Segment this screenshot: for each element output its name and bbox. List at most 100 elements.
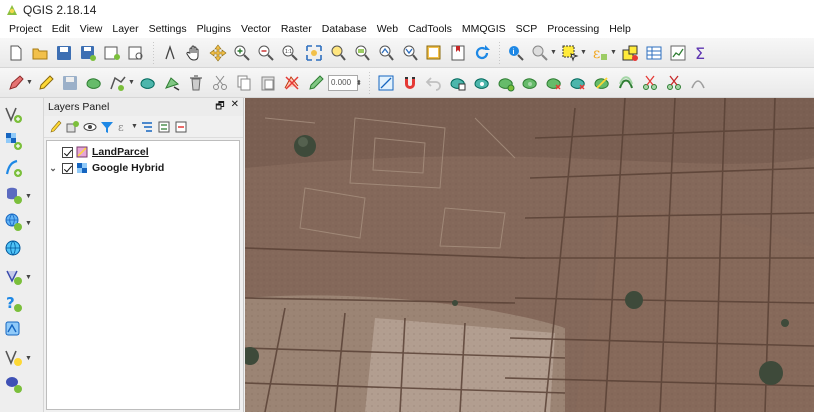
chevron-down-icon[interactable]: ▼ <box>25 220 32 227</box>
add-line-icon[interactable] <box>107 72 129 94</box>
new-project-icon[interactable] <box>5 42 27 64</box>
add-raster-layer-icon[interactable] <box>4 131 24 154</box>
spinbox-arrows-icon[interactable]: ⬍ <box>356 79 362 87</box>
fill-ring-icon[interactable] <box>519 72 541 94</box>
zoom-full-icon[interactable] <box>303 42 325 64</box>
magnet-snapping-icon[interactable] <box>399 72 421 94</box>
layer-visibility-checkbox[interactable] <box>62 146 73 158</box>
pan-to-selection-icon[interactable] <box>207 42 229 64</box>
collapse-all-icon[interactable] <box>156 119 171 134</box>
merge-features-icon[interactable] <box>687 72 709 94</box>
zoom-in-icon[interactable] <box>231 42 253 64</box>
add-oracle-layer-icon[interactable] <box>4 374 24 397</box>
menu-layer[interactable]: Layer <box>107 23 143 35</box>
statistical-summary-icon[interactable] <box>667 42 689 64</box>
chevron-down-icon[interactable]: ▼ <box>25 193 32 200</box>
styling-brush-icon[interactable] <box>48 119 63 134</box>
run-feature-action-icon[interactable] <box>529 42 551 64</box>
current-edits-icon[interactable] <box>5 72 27 94</box>
menu-settings[interactable]: Settings <box>144 23 192 35</box>
remove-layer-icon[interactable] <box>173 119 188 134</box>
zoom-out-icon[interactable] <box>255 42 277 64</box>
select-by-value-icon[interactable]: ε <box>589 42 611 64</box>
open-project-icon[interactable] <box>29 42 51 64</box>
add-part-icon[interactable] <box>495 72 517 94</box>
chevron-down-icon[interactable]: ▼ <box>26 79 33 86</box>
move-feature-icon[interactable] <box>137 72 159 94</box>
new-print-composer-icon[interactable] <box>101 42 123 64</box>
zoom-to-layer-icon[interactable] <box>351 42 373 64</box>
menu-cadtools[interactable]: CadTools <box>403 23 457 35</box>
add-feature-icon[interactable] <box>83 72 105 94</box>
enable-tracing-icon[interactable] <box>305 72 327 94</box>
add-wfs-layer-icon[interactable] <box>4 266 24 289</box>
menu-help[interactable]: Help <box>604 23 636 35</box>
chevron-down-icon[interactable]: ⌄ <box>47 163 59 174</box>
split-features-icon[interactable] <box>639 72 661 94</box>
zoom-last-icon[interactable] <box>375 42 397 64</box>
zoom-next-icon[interactable] <box>399 42 421 64</box>
undo-icon[interactable] <box>423 72 445 94</box>
refresh-icon[interactable] <box>471 42 493 64</box>
add-wms-layer-icon[interactable] <box>4 212 24 235</box>
add-virtual-layer-icon[interactable]: ? <box>4 293 24 316</box>
zoom-to-selection-icon[interactable] <box>327 42 349 64</box>
cut-features-icon[interactable] <box>209 72 231 94</box>
select-features-icon[interactable] <box>559 42 581 64</box>
filter-legend-icon[interactable] <box>99 119 114 134</box>
filter-by-expression-icon[interactable]: ε <box>116 119 131 134</box>
add-group-icon[interactable] <box>65 119 80 134</box>
advanced-digitizing-icon[interactable] <box>375 72 397 94</box>
menu-database[interactable]: Database <box>317 23 372 35</box>
add-ring-icon[interactable] <box>471 72 493 94</box>
deselect-features-icon[interactable] <box>619 42 641 64</box>
save-as-icon[interactable] <box>77 42 99 64</box>
offset-curve-icon[interactable] <box>615 72 637 94</box>
toggle-editing-icon[interactable] <box>35 72 57 94</box>
zoom-native-icon[interactable]: 1:1 <box>279 42 301 64</box>
chevron-down-icon[interactable]: ▼ <box>25 355 32 362</box>
chevron-down-icon[interactable]: ▼ <box>25 274 32 281</box>
new-shapefile-layer-icon[interactable] <box>4 347 24 370</box>
add-delimited-text-layer-icon[interactable] <box>4 158 24 181</box>
chevron-down-icon[interactable]: ▼ <box>131 123 138 130</box>
identify-features-icon[interactable]: i <box>505 42 527 64</box>
open-attribute-table-icon[interactable] <box>643 42 665 64</box>
chevron-down-icon[interactable]: ▼ <box>580 49 587 56</box>
pan-map-icon[interactable] <box>183 42 205 64</box>
add-wcs-layer-icon[interactable] <box>4 239 24 262</box>
simplify-feature-icon[interactable] <box>447 72 469 94</box>
touch-zoom-icon[interactable] <box>159 42 181 64</box>
map-canvas[interactable] <box>245 98 814 412</box>
reshape-features-icon[interactable] <box>591 72 613 94</box>
field-calculator-icon[interactable]: Σ <box>691 42 713 64</box>
new-bookmark-icon[interactable] <box>447 42 469 64</box>
save-project-icon[interactable] <box>53 42 75 64</box>
delete-part-icon[interactable] <box>567 72 589 94</box>
copy-features-icon[interactable] <box>233 72 255 94</box>
layer-visibility-checkbox[interactable] <box>62 162 73 174</box>
add-postgis-layer-icon[interactable] <box>4 185 24 208</box>
expand-all-icon[interactable] <box>139 119 154 134</box>
delete-selected-icon[interactable] <box>185 72 207 94</box>
node-tool-icon[interactable] <box>161 72 183 94</box>
menu-mmqgis[interactable]: MMQGIS <box>457 23 511 35</box>
layer-row-landparcel[interactable]: LandParcel <box>47 144 239 160</box>
new-map-view-icon[interactable] <box>423 42 445 64</box>
chevron-down-icon[interactable]: ▼ <box>550 49 557 56</box>
manage-visibility-icon[interactable] <box>82 119 97 134</box>
menu-vector[interactable]: Vector <box>236 23 276 35</box>
menu-project[interactable]: Project <box>4 23 47 35</box>
add-spatialite-layer-icon[interactable] <box>4 320 24 343</box>
composer-manager-icon[interactable] <box>125 42 147 64</box>
menu-plugins[interactable]: Plugins <box>192 23 236 35</box>
paste-features-icon[interactable] <box>257 72 279 94</box>
menu-scp[interactable]: SCP <box>511 23 543 35</box>
delete-ring-icon[interactable] <box>543 72 565 94</box>
tracing-offset-spinbox[interactable]: 0.000 <box>328 74 358 91</box>
menu-web[interactable]: Web <box>372 23 403 35</box>
snapping-off-icon[interactable] <box>281 72 303 94</box>
chevron-down-icon[interactable]: ▼ <box>610 49 617 56</box>
menu-processing[interactable]: Processing <box>542 23 604 35</box>
split-parts-icon[interactable] <box>663 72 685 94</box>
